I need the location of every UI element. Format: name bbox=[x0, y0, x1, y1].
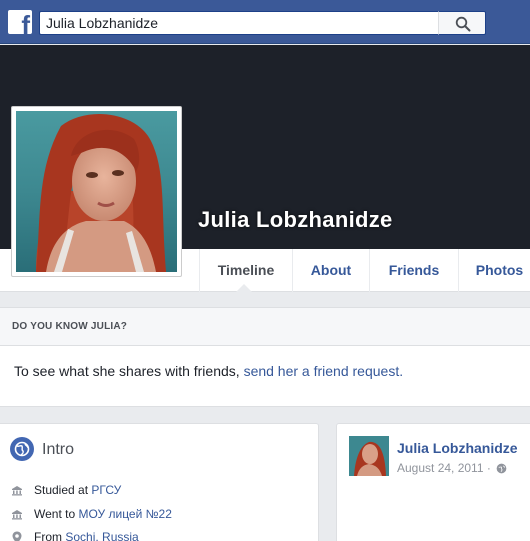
globe-icon bbox=[496, 463, 507, 474]
post-timestamp: August 24, 2011 · bbox=[397, 461, 507, 475]
do-you-know-header: DO YOU KNOW JULIA? bbox=[0, 308, 530, 346]
school-icon bbox=[12, 486, 22, 496]
top-navigation-bar: f Julia Lobzhanidze bbox=[0, 0, 530, 44]
intro-card: Intro Studied at РГСУ Went to МОУ лицей … bbox=[0, 423, 319, 541]
do-you-know-panel: DO YOU KNOW JULIA? To see what she share… bbox=[0, 307, 530, 407]
school-icon bbox=[12, 510, 22, 520]
search-input[interactable]: Julia Lobzhanidze bbox=[39, 11, 438, 35]
post-card: Julia Lobzhanidze August 24, 2011 · bbox=[336, 423, 530, 541]
facebook-logo-icon[interactable]: f bbox=[8, 10, 32, 34]
intro-prefix: Studied at bbox=[34, 483, 92, 497]
globe-icon bbox=[10, 437, 34, 461]
friend-request-text: To see what she shares with friends, bbox=[14, 363, 244, 379]
search-button[interactable] bbox=[438, 11, 486, 35]
intro-text-education: Studied at РГСУ bbox=[34, 483, 121, 497]
intro-prefix: From bbox=[34, 530, 66, 541]
tab-friends[interactable]: Friends bbox=[369, 249, 458, 292]
profile-picture[interactable] bbox=[11, 106, 182, 277]
profile-name[interactable]: Julia Lobzhanidze bbox=[198, 207, 393, 233]
university-link[interactable]: РГСУ bbox=[91, 483, 121, 497]
post-author-avatar[interactable] bbox=[349, 436, 389, 476]
tab-photos[interactable]: Photos bbox=[458, 249, 530, 292]
intro-title: Intro bbox=[42, 441, 75, 458]
intro-text-hometown: From Sochi, Russia bbox=[34, 530, 139, 541]
profile-photo-image bbox=[16, 111, 177, 272]
school-link[interactable]: МОУ лицей №22 bbox=[78, 507, 171, 521]
active-tab-caret bbox=[235, 284, 253, 293]
post-date[interactable]: August 24, 2011 · bbox=[397, 461, 491, 475]
facebook-logo-letter: f bbox=[21, 10, 30, 34]
friend-request-message: To see what she shares with friends, sen… bbox=[14, 363, 403, 379]
search-icon bbox=[455, 16, 471, 32]
hometown-link[interactable]: Sochi, Russia bbox=[65, 530, 138, 541]
send-friend-request-link[interactable]: send her a friend request. bbox=[244, 363, 404, 379]
post-author-name[interactable]: Julia Lobzhanidze bbox=[397, 440, 518, 456]
tab-about[interactable]: About bbox=[292, 249, 369, 292]
intro-text-school: Went to МОУ лицей №22 bbox=[34, 507, 172, 521]
intro-prefix: Went to bbox=[34, 507, 79, 521]
location-pin-icon bbox=[12, 531, 22, 541]
